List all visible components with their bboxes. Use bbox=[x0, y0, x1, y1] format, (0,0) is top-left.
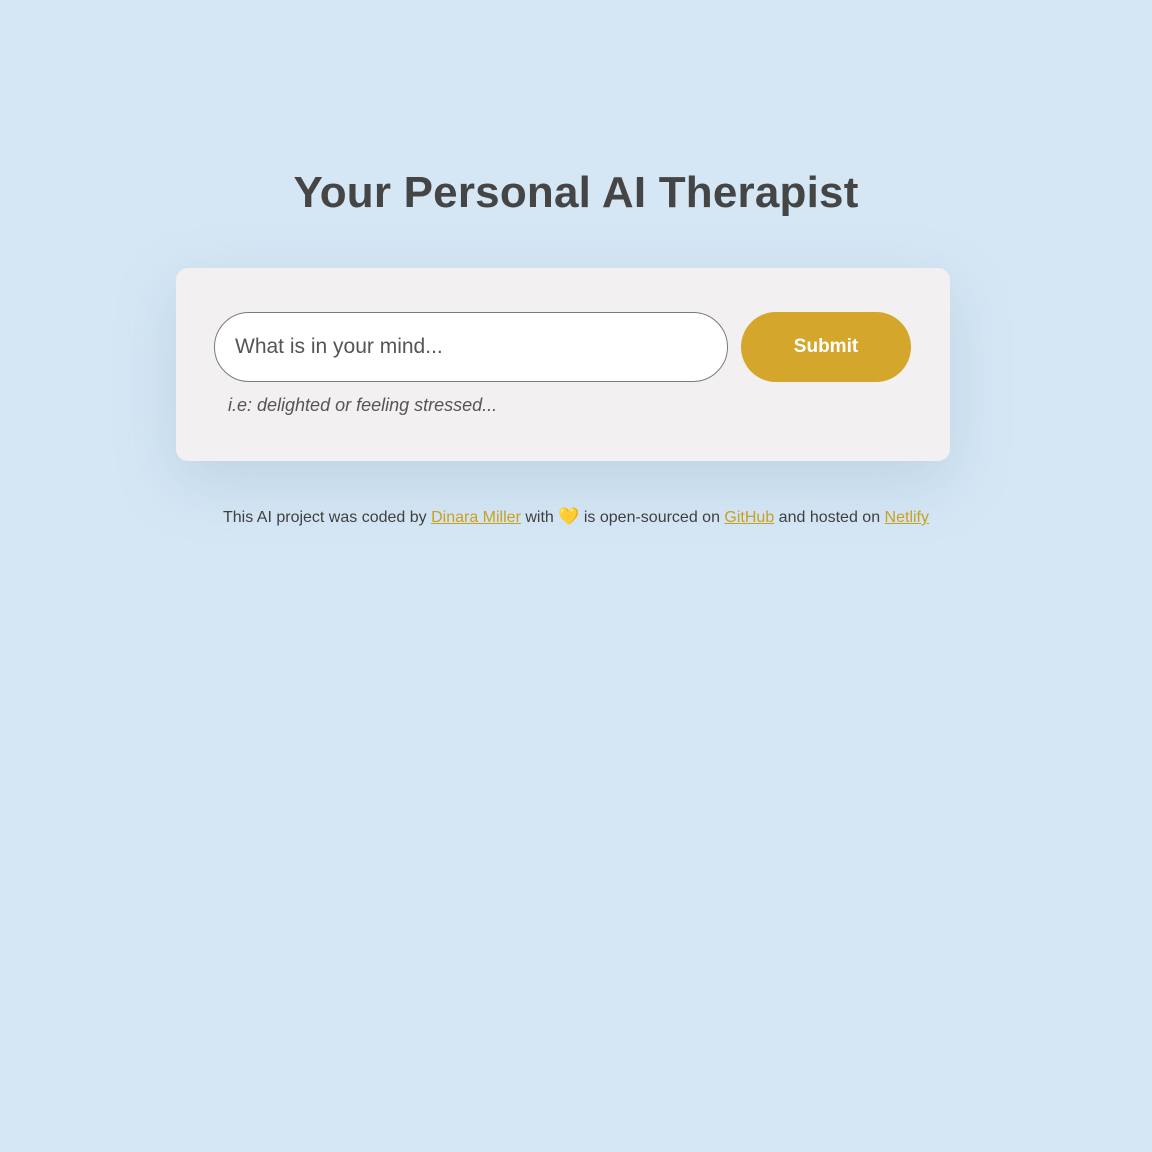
mood-input[interactable] bbox=[214, 312, 728, 382]
mood-form-card: Submit i.e: delighted or feeling stresse… bbox=[176, 268, 950, 461]
netlify-link[interactable]: Netlify bbox=[885, 509, 929, 526]
github-link[interactable]: GitHub bbox=[724, 509, 774, 526]
author-link[interactable]: Dinara Miller bbox=[431, 509, 521, 526]
submit-button[interactable]: Submit bbox=[741, 312, 911, 382]
footer-text-with: with bbox=[525, 509, 554, 526]
input-hint: i.e: delighted or feeling stressed... bbox=[228, 395, 498, 415]
footer-text-hosted: and hosted on bbox=[778, 509, 881, 526]
page-title: Your Personal AI Therapist bbox=[293, 168, 859, 217]
heart-icon: 💛 bbox=[558, 507, 580, 526]
footer-text-coded-by: This AI project was coded by bbox=[222, 509, 427, 526]
footer: This AI project was coded by Dinara Mill… bbox=[0, 507, 1152, 527]
page: Your Personal AI Therapist Submit i.e: d… bbox=[0, 0, 1152, 1152]
footer-text-open-sourced: is open-sourced on bbox=[583, 509, 720, 526]
